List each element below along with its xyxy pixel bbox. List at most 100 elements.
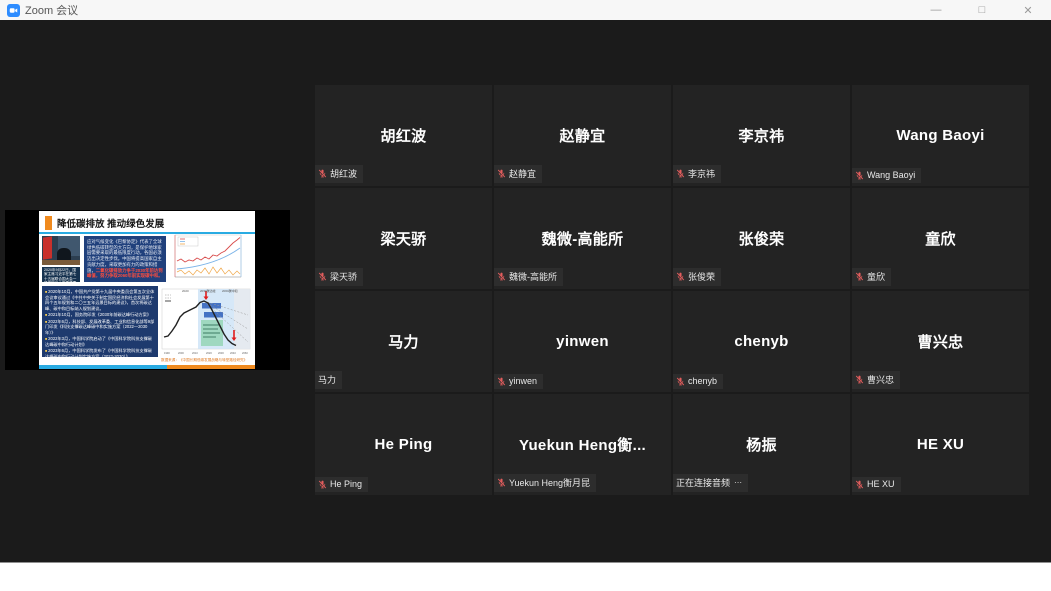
participant-tile[interactable]: Wang Baoyi Wang Baoyi — [852, 85, 1029, 186]
participant-tile[interactable]: 魏微-高能所魏微-高能所 — [494, 188, 671, 289]
participant-name: 童欣 — [919, 228, 962, 249]
window-title: Zoom 会议 — [25, 2, 78, 18]
participant-name: HE XU — [911, 436, 970, 453]
participant-name: 曹兴忠 — [912, 331, 970, 352]
photo-caption: 2020年9月22日，国家主席习近平在第七十五届联合国大会一般性辩论上发表重要讲… — [42, 267, 80, 282]
muted-mic-icon — [497, 169, 506, 178]
participant-tile[interactable]: 曹兴忠曹兴忠 — [852, 291, 1029, 392]
svg-text:2010: 2010 — [192, 351, 198, 355]
participant-tile[interactable]: 马力马力 — [315, 291, 492, 392]
participant-name: 马力 — [382, 331, 425, 352]
participant-name-label: HE XU — [852, 477, 901, 492]
label-text: 赵静宜 — [509, 167, 536, 180]
participant-tile[interactable]: chenybchenyb — [673, 291, 850, 392]
svg-text:1990: 1990 — [164, 351, 170, 355]
participant-tile[interactable]: yinwenyinwen — [494, 291, 671, 392]
slide-accent-bar — [45, 216, 52, 230]
svg-text:2030: 2030 — [218, 351, 224, 355]
participant-name-label: 胡红波 — [315, 165, 363, 183]
participant-name: 赵静宜 — [554, 125, 612, 146]
svg-text:2030碳达峰: 2030碳达峰 — [200, 288, 216, 293]
muted-mic-icon — [855, 171, 864, 180]
participant-name-label: yinwen — [494, 374, 543, 389]
muted-mic-icon — [497, 478, 506, 487]
label-text: 梁天骄 — [330, 270, 357, 283]
label-text: 魏微-高能所 — [509, 270, 557, 283]
minimize-button[interactable]: — — [913, 0, 959, 20]
label-text: HE XU — [867, 479, 895, 489]
muted-mic-icon — [497, 272, 506, 281]
muted-mic-icon — [318, 169, 327, 178]
participant-name: 梁天骄 — [375, 228, 433, 249]
footer-blue-bar — [39, 365, 167, 369]
svg-text:2020: 2020 — [182, 289, 189, 293]
label-text: 张俊荣 — [688, 270, 715, 283]
svg-text:2000: 2000 — [178, 351, 184, 355]
footer-orange-bar — [167, 365, 255, 369]
participant-tile[interactable]: 李京祎李京祎 — [673, 85, 850, 186]
slide-bullet: ■2020年10月，中国共产党第十九届中央委员会第五次全体会议审议通过《中共中央… — [45, 289, 155, 311]
participant-tile[interactable]: 胡红波胡红波 — [315, 85, 492, 186]
label-text: 童欣 — [867, 270, 885, 283]
label-text: Wang Baoyi — [867, 170, 915, 180]
quote-box: 应对气候变化《巴黎协定》代表了全球绿色低碳转型的大方向，是保护地球家园需要采取的… — [84, 236, 166, 282]
participant-name-label: 梁天骄 — [315, 268, 363, 286]
muted-mic-icon — [676, 377, 685, 386]
participant-name-label: Wang Baoyi — [852, 168, 921, 183]
participant-tile[interactable]: 杨振正在连接音频⋯ — [673, 394, 850, 495]
participant-name-label: 曹兴忠 — [852, 371, 900, 389]
label-text: 曹兴忠 — [867, 373, 894, 386]
participant-tile[interactable]: 张俊荣张俊荣 — [673, 188, 850, 289]
participant-grid: 胡红波胡红波赵静宜赵静宜李京祎李京祎Wang BaoyiWang Baoyi梁天… — [315, 85, 1029, 495]
label-text: Yuekun Heng衡月昆 — [509, 476, 590, 489]
source-caption: 数据来源：《中国长期低碳发展战略与转型路径研究》 — [161, 358, 253, 363]
speaker-photo — [42, 236, 80, 265]
window-controls: — □ ✕ — [913, 0, 1051, 20]
muted-mic-icon — [318, 480, 327, 489]
label-text: 正在连接音频 — [676, 476, 730, 489]
participant-name-label: Yuekun Heng衡月昆 — [494, 474, 596, 492]
participant-tile[interactable]: HE XU HE XU — [852, 394, 1029, 495]
participant-name: 张俊荣 — [733, 228, 791, 249]
presentation-slide: 降低碳排放 推动绿色发展 2020年9月22日，国家主席习近平在第七十五届联合国… — [39, 211, 255, 369]
participant-name: 魏微-高能所 — [536, 228, 630, 249]
participant-tile[interactable]: 梁天骄梁天骄 — [315, 188, 492, 289]
muted-mic-icon — [855, 272, 864, 281]
participant-tile[interactable]: 童欣童欣 — [852, 188, 1029, 289]
muted-mic-icon — [318, 272, 327, 281]
svg-text:2020: 2020 — [206, 351, 212, 355]
participant-tile[interactable]: 赵静宜赵静宜 — [494, 85, 671, 186]
maximize-button[interactable]: □ — [959, 0, 1005, 20]
muted-mic-icon — [855, 375, 864, 384]
participant-name: Wang Baoyi — [890, 127, 990, 144]
policy-bullet-list: ■2020年10月，中国共产党第十九届中央委员会第五次全体会议审议通过《中共中央… — [42, 286, 158, 357]
participant-name: 胡红波 — [375, 125, 433, 146]
participant-name-label: He Ping — [315, 477, 368, 492]
label-text: 胡红波 — [330, 167, 357, 180]
participant-name-label: 赵静宜 — [494, 165, 542, 183]
close-button[interactable]: ✕ — [1005, 0, 1051, 20]
participant-tile[interactable]: He Ping He Ping — [315, 394, 492, 495]
muted-mic-icon — [497, 377, 506, 386]
participant-name-label: 马力 — [315, 371, 342, 389]
slide-title: 降低碳排放 推动绿色发展 — [57, 216, 164, 230]
emission-pathway-chart: 2020 2030碳达峰 2060碳中和 1990 2000 2010 2020… — [160, 287, 253, 357]
label-text: He Ping — [330, 479, 362, 489]
slide-bullet: ■2022年6月，科技部、发展改革委、工业和信息化部等9部门印发《科技支撑碳达峰… — [45, 319, 155, 336]
shared-screen[interactable]: 降低碳排放 推动绿色发展 2020年9月22日，国家主席习近平在第七十五届联合国… — [5, 210, 290, 370]
participant-name: He Ping — [369, 436, 439, 453]
participant-name: Yuekun Heng衡... — [513, 434, 652, 455]
participant-tile[interactable]: Yuekun Heng衡... Yuekun Heng衡月昆 — [494, 394, 671, 495]
svg-text:2040: 2040 — [230, 351, 236, 355]
zoom-app-icon — [7, 4, 20, 17]
label-text: 马力 — [318, 373, 336, 386]
slide-bullet: ■2021年10月，国务院印发《2030年前碳达峰行动方案》 — [45, 312, 155, 318]
speaker-silhouette — [57, 248, 71, 260]
participant-name-label: chenyb — [673, 374, 723, 389]
label-text: yinwen — [509, 376, 537, 386]
participant-name-label: 张俊荣 — [673, 268, 721, 286]
participant-name: 杨振 — [740, 434, 783, 455]
slide-bullet: ■2022年3月，中国科学院启动了《中国科学院科技支撑碳达峰碳中和行动计划》 — [45, 336, 155, 347]
participant-name: 李京祎 — [733, 125, 791, 146]
slide-bullet: ■2023年6月，中国科学院发布了《中国科学院科技支撑碳达峰碳中和行动计划实施方… — [45, 348, 155, 357]
